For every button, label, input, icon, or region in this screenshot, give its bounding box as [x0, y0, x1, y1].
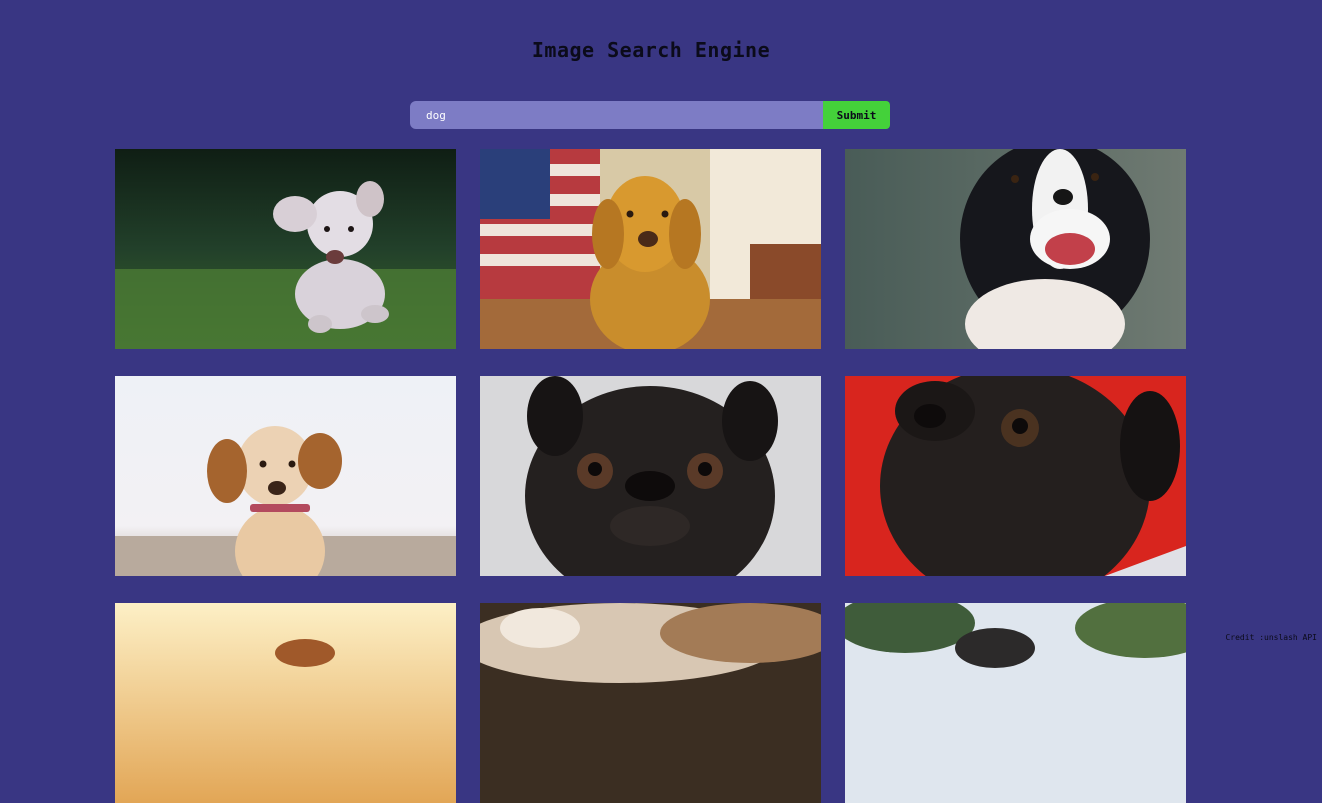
credit-text: Credit :unslash API [1225, 633, 1317, 642]
result-image-poodle-running [115, 149, 456, 349]
result-image-border-collie [845, 149, 1186, 349]
result-image-dog-under-trees [845, 603, 1186, 803]
search-form: Submit [410, 101, 890, 129]
result-image[interactable] [845, 603, 1186, 803]
result-image[interactable] [480, 376, 821, 576]
search-input[interactable] [410, 101, 823, 129]
result-image[interactable] [115, 149, 456, 349]
result-image[interactable] [480, 149, 821, 349]
submit-button[interactable]: Submit [823, 101, 890, 129]
result-image-black-pug-grey [480, 376, 821, 576]
result-image[interactable] [845, 376, 1186, 576]
result-image[interactable] [480, 603, 821, 803]
result-image[interactable] [845, 149, 1186, 349]
result-image-golden-dog-sunset [115, 603, 456, 803]
result-image-tabby-fur [480, 603, 821, 803]
result-image-golden-retriever [480, 149, 821, 349]
result-image-black-pug-red [845, 376, 1186, 576]
result-image[interactable] [115, 376, 456, 576]
result-image-cocker-spaniel [115, 376, 456, 576]
page-title: Image Search Engine [0, 38, 1302, 62]
result-image[interactable] [115, 603, 456, 803]
